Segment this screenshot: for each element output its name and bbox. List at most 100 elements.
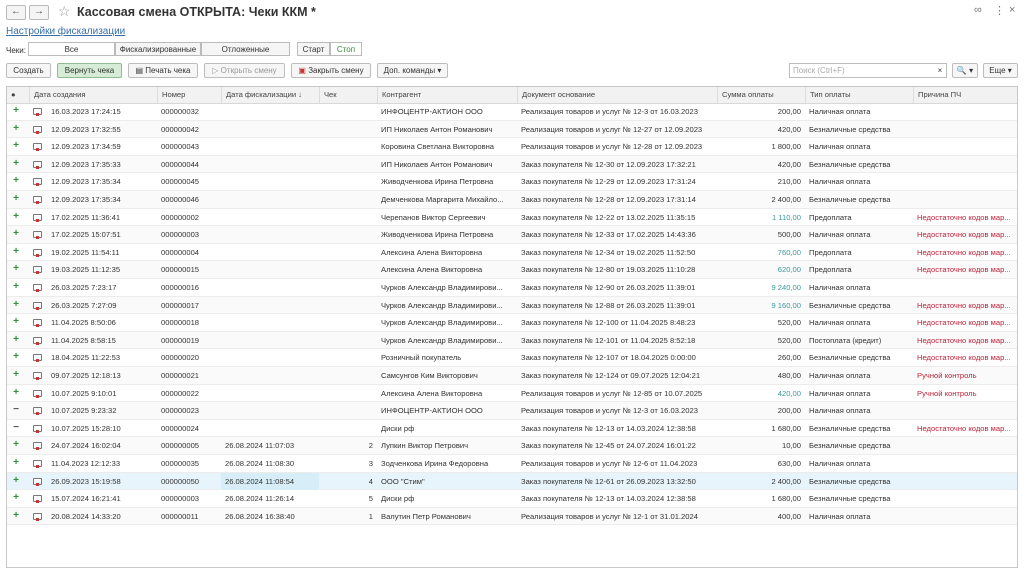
print-check-button[interactable]: ▤ Печать чека xyxy=(128,63,198,78)
menu-icon[interactable]: ⋮ xyxy=(994,4,1005,17)
search-input[interactable]: Поиск (Ctrl+F) xyxy=(789,63,947,78)
cell-sum: 500,00 xyxy=(777,230,801,240)
cell-created: 19.03.2025 11:12:35 xyxy=(51,265,121,275)
close-shift-button[interactable]: ▣ Закрыть смену xyxy=(291,63,371,78)
cell-doc: Заказ покупателя № 12-90 от 26.03.2025 1… xyxy=(521,283,696,292)
cell-reason: Недостаточно кодов мар... xyxy=(917,247,1011,257)
stop-button[interactable]: Стоп xyxy=(330,42,362,56)
check-doc-icon xyxy=(33,266,42,275)
cell-reason xyxy=(913,103,1019,120)
more-commands-button[interactable]: Доп. команды ▾ xyxy=(377,63,448,78)
link-icon[interactable]: ∞ xyxy=(974,4,982,16)
cell-pay: Предоплата xyxy=(809,247,852,257)
table-row[interactable]: +11.04.2023 12:12:33 000000035 26.08.2024 … xyxy=(7,455,1017,473)
favorite-star-icon[interactable]: ☆ xyxy=(58,3,71,20)
cell-created: 10.07.2025 15:28:10 xyxy=(51,423,121,433)
cell-fisc xyxy=(221,349,319,366)
cell-fisc xyxy=(221,279,319,296)
cell-sum: 760,00 xyxy=(777,247,801,257)
table-row[interactable]: +12.09.2023 17:35:33 000000044 ИП Николаев… xyxy=(7,155,1017,174)
more-menu-button[interactable]: Еще ▾ xyxy=(983,63,1018,78)
table-row[interactable]: +11.04.2025 8:58:15 000000019 Чурков Алекс… xyxy=(7,331,1017,350)
header-icon[interactable]: ● xyxy=(7,87,29,103)
check-doc-icon xyxy=(33,248,42,257)
table-row[interactable]: +26.03.2025 7:27:09 000000017 Чурков Алекс… xyxy=(7,296,1017,315)
table-row[interactable]: +24.07.2024 16:02:04 000000005 26.08.2024 … xyxy=(7,437,1017,455)
table-row[interactable]: +17.02.2025 15:07:51 000000003 Живодченков… xyxy=(7,226,1017,244)
close-icon[interactable]: × xyxy=(1009,4,1015,16)
status-mark: + xyxy=(13,105,19,116)
close-shift-label: Закрыть смену xyxy=(308,66,364,75)
cell-sum: 10,00 xyxy=(781,441,801,451)
filter-all[interactable]: Все xyxy=(28,42,115,56)
table-row[interactable]: − 10.07.2025 9:23:32 000000023 ИНФОЦЕНТР-АК… xyxy=(7,402,1017,420)
check-doc-icon xyxy=(33,301,42,310)
table-row[interactable]: +18.04.2025 11:22:53 000000020 Розничный п… xyxy=(7,349,1017,367)
cell-fisc xyxy=(221,209,319,226)
cell-created: 11.04.2023 12:12:33 xyxy=(51,459,121,468)
create-button[interactable]: Создать xyxy=(6,63,51,78)
cell-fisc xyxy=(221,226,319,243)
filter-fiscalized[interactable]: Фискализированные xyxy=(115,42,201,56)
column-header[interactable]: Чек xyxy=(319,87,377,103)
cell-check xyxy=(319,121,377,138)
cell-party: Лупкин Виктор Петрович xyxy=(381,441,469,451)
table-row[interactable]: +26.09.2023 15:19:58 000000050 26.08.2024 … xyxy=(7,472,1017,491)
fiscal-settings-link[interactable]: Настройки фискализации xyxy=(6,26,125,37)
cell-doc: Заказ покупателя № 12-45 от 24.07.2024 1… xyxy=(521,441,696,451)
cell-sum: 1 680,00 xyxy=(771,423,801,433)
return-check-button[interactable]: Вернуть чека xyxy=(57,63,122,78)
table-row[interactable]: +19.02.2025 11:54:11 000000004 Алексина Ал… xyxy=(7,244,1017,262)
table-row[interactable]: +10.07.2025 9:10:01 000000022 Алексина Але… xyxy=(7,385,1017,403)
cell-sum: 1 680,00 xyxy=(771,494,801,504)
column-header[interactable]: Сумма оплаты xyxy=(717,87,805,103)
table-row[interactable]: +15.07.2024 16:21:41 000000003 26.08.2024 … xyxy=(7,490,1017,508)
cell-created: 24.07.2024 16:02:04 xyxy=(51,441,121,451)
status-mark: + xyxy=(13,210,19,222)
check-doc-icon xyxy=(33,372,42,380)
cell-reason xyxy=(913,191,1019,208)
open-shift-button[interactable]: ▷ Открыть смену xyxy=(204,63,285,78)
cell-party: Черепанов Виктор Сергеевич xyxy=(381,212,486,222)
cell-fisc xyxy=(221,367,319,384)
table-row[interactable]: +20.08.2024 14:33:20 000000011 26.08.2024 … xyxy=(7,507,1017,526)
cell-fisc xyxy=(221,420,319,437)
table-row[interactable]: +26.03.2025 7:23:17 000000016 Чурков Алекс… xyxy=(7,279,1017,297)
cell-created: 12.09.2023 17:35:34 xyxy=(51,177,121,187)
status-mark: + xyxy=(13,316,19,328)
cell-party: Коровина Светлана Викторовна xyxy=(381,142,495,152)
column-header[interactable]: Тип оплаты xyxy=(805,87,913,103)
table-row[interactable]: +11.04.2025 8:50:06 000000018 Чурков Алекс… xyxy=(7,314,1017,332)
column-header[interactable]: Номер xyxy=(157,87,221,103)
cell-pay: Наличная оплата xyxy=(809,283,871,292)
table-row[interactable]: − 10.07.2025 15:28:10 000000024 Диски рф Зак… xyxy=(7,420,1017,438)
column-header[interactable]: Причина ПЧ xyxy=(913,87,1019,103)
forward-button[interactable]: → xyxy=(29,5,49,20)
cell-doc: Заказ покупателя № 12-33 от 17.02.2025 1… xyxy=(521,230,696,240)
check-doc-icon xyxy=(33,407,42,416)
table-row[interactable]: +12.09.2023 17:34:59 000000043 Коровина Св… xyxy=(7,138,1017,156)
table-row[interactable]: +17.02.2025 11:36:41 000000002 Черепанов В… xyxy=(7,209,1017,227)
cell-party: Чурков Александр Владимирови... xyxy=(381,318,503,328)
column-header[interactable]: Дата создания xyxy=(29,87,157,103)
cell-fisc xyxy=(221,244,319,261)
cell-created: 11.04.2025 8:50:06 xyxy=(51,318,116,328)
cell-sum: 480,00 xyxy=(777,371,801,380)
back-button[interactable]: ← xyxy=(6,5,26,20)
table-row[interactable]: +19.03.2025 11:12:35 000000015 Алексина Ал… xyxy=(7,261,1017,279)
table-row[interactable]: +09.07.2025 12:18:13 000000021 Самсунгов К… xyxy=(7,367,1017,385)
column-header[interactable]: Документ основание xyxy=(517,87,717,103)
table-row[interactable]: +16.03.2023 17:24:15 000000032 ИНФОЦЕНТР-А… xyxy=(7,103,1017,121)
cell-pay: Наличная оплата xyxy=(809,371,871,380)
cell-reason xyxy=(913,455,1019,472)
cell-pay: Наличная оплата xyxy=(809,318,871,328)
table-row[interactable]: +12.09.2023 17:32:55 000000042 ИП Николаев… xyxy=(7,120,1017,139)
start-button[interactable]: Старт xyxy=(297,42,330,56)
filter-deferred[interactable]: Отложенные xyxy=(201,42,290,56)
table-row[interactable]: +12.09.2023 17:35:34 000000045 Живодченков… xyxy=(7,173,1017,191)
search-clear-icon[interactable]: × xyxy=(933,64,947,77)
column-header[interactable]: Контрагент xyxy=(377,87,517,103)
search-button[interactable]: 🔍 ▾ xyxy=(952,63,978,78)
table-row[interactable]: +12.09.2023 17:35:34 000000046 Демченкова … xyxy=(7,191,1017,209)
column-header[interactable]: Дата фискализации ↓ xyxy=(221,87,319,103)
